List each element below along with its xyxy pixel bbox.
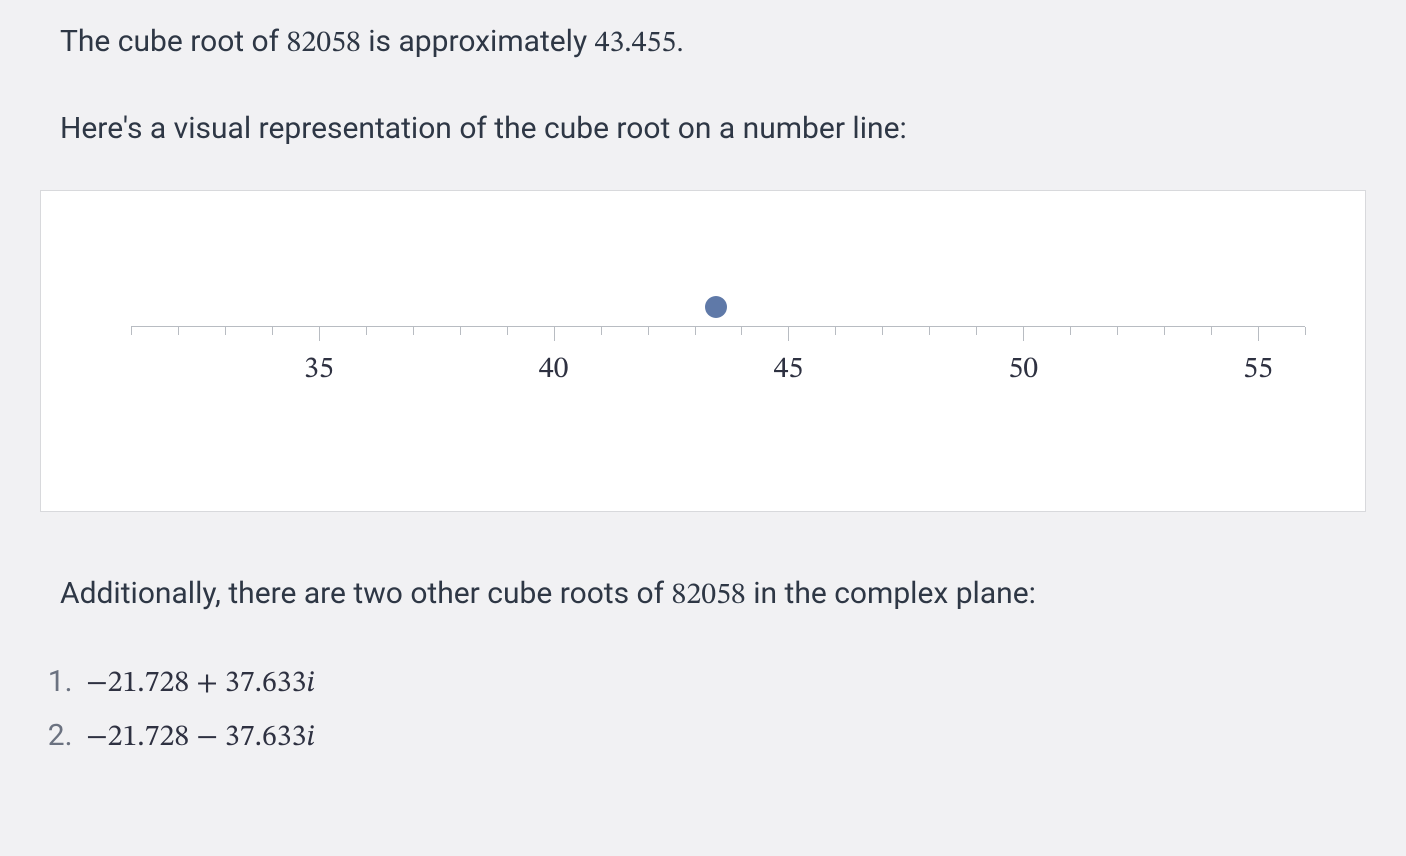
minor-tick [272, 327, 273, 335]
major-tick [319, 327, 320, 341]
minor-tick [507, 327, 508, 335]
minor-tick [695, 327, 696, 335]
complex-intro-sentence: Additionally, there are two other cube r… [60, 572, 1366, 619]
list-item: −21.728 + 37.633𝑖 [80, 659, 1366, 707]
number-82058-b: 82058 [672, 581, 746, 611]
value-point [705, 296, 727, 318]
text-fragment: is approximately [361, 24, 595, 59]
text-fragment: The cube root of [60, 24, 287, 59]
page-content: The cube root of 82058 is approximately … [0, 20, 1406, 797]
tick-label: 45 [774, 351, 804, 389]
minor-tick [413, 327, 414, 335]
number-result: 43.455 [595, 29, 677, 59]
intro-sentence: The cube root of 82058 is approximately … [60, 20, 1366, 67]
minor-tick [178, 327, 179, 335]
complex-root-2: −21.728 − 37.633𝑖 [86, 723, 315, 753]
major-tick [1023, 327, 1024, 341]
minor-tick [976, 327, 977, 335]
tick-label: 35 [304, 351, 334, 389]
text-fragment: . [676, 24, 684, 59]
minor-tick [1305, 327, 1306, 335]
major-tick [788, 327, 789, 341]
tick-label: 50 [1008, 351, 1038, 389]
complex-roots-list: −21.728 + 37.633𝑖 −21.728 − 37.633𝑖 [40, 659, 1366, 761]
list-item: −21.728 − 37.633𝑖 [80, 713, 1366, 761]
minor-tick [929, 327, 930, 335]
minor-tick [225, 327, 226, 335]
major-tick [554, 327, 555, 341]
complex-root-1: −21.728 + 37.633𝑖 [86, 669, 315, 699]
minor-tick [1211, 327, 1212, 335]
minor-tick [460, 327, 461, 335]
minor-tick [1070, 327, 1071, 335]
minor-tick [648, 327, 649, 335]
visual-intro-sentence: Here's a visual representation of the cu… [60, 107, 1366, 151]
minor-tick [1164, 327, 1165, 335]
minor-tick [882, 327, 883, 335]
minor-tick [131, 327, 132, 335]
tick-label: 55 [1243, 351, 1273, 389]
minor-tick [741, 327, 742, 335]
text-fragment: Additionally, there are two other cube r… [60, 576, 672, 611]
minor-tick [835, 327, 836, 335]
minor-tick [1117, 327, 1118, 335]
number-line-axis: 3540455055 [131, 326, 1305, 327]
minor-tick [366, 327, 367, 335]
major-tick [1258, 327, 1259, 341]
text-fragment: in the complex plane: [746, 576, 1036, 611]
number-line-diagram: 35 40 45 50 55 [40, 190, 1366, 512]
minor-tick [601, 327, 602, 335]
tick-label: 40 [539, 351, 569, 389]
number-82058: 82058 [287, 29, 361, 59]
axis-line: 3540455055 [131, 326, 1305, 327]
